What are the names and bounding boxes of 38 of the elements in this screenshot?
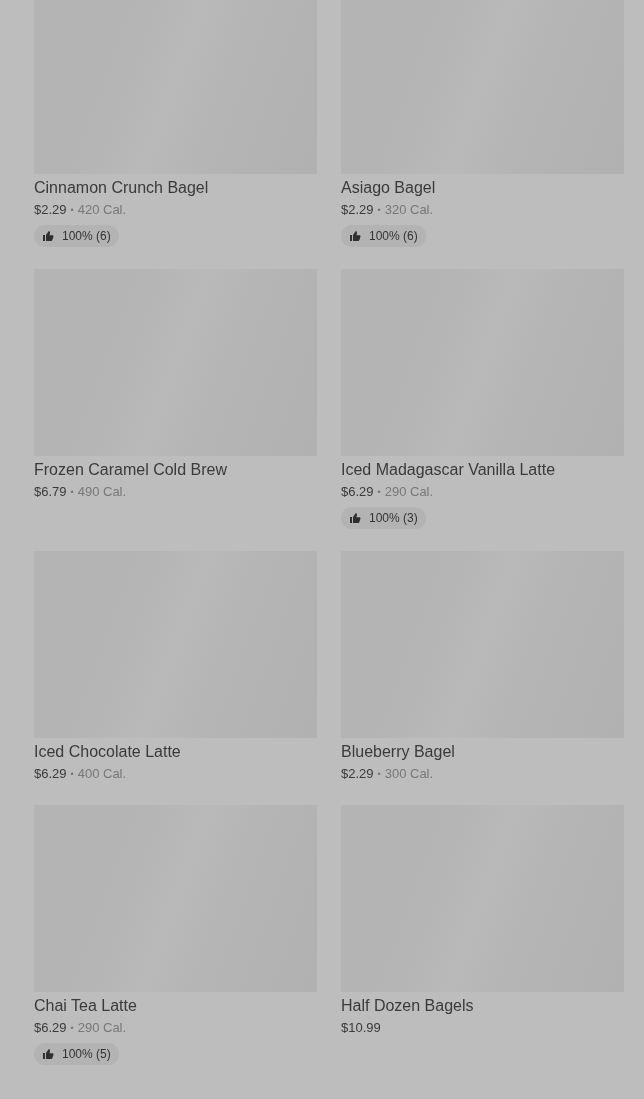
thumbs-up-icon xyxy=(349,230,361,242)
item-name: Iced Madagascar Vanilla Latte xyxy=(341,460,557,480)
item-price: $6.29 xyxy=(341,483,374,501)
item-price: $2.29 xyxy=(341,765,374,783)
item-calories: 320 Cal. xyxy=(384,201,434,219)
thumbs-up-icon xyxy=(42,1048,54,1060)
item-name: Half Dozen Bagels xyxy=(341,996,475,1016)
item-calories: 400 Cal. xyxy=(77,765,127,783)
separator-dot: • xyxy=(70,1022,74,1035)
item-name: Frozen Caramel Cold Brew xyxy=(34,460,228,480)
item-calories: 290 Cal. xyxy=(384,483,434,501)
item-name: Asiago Bagel xyxy=(341,178,437,198)
separator-dot: • xyxy=(70,204,74,217)
rating-text: 100% (3) xyxy=(369,510,418,527)
item-calories: 490 Cal. xyxy=(77,483,127,501)
item-price: $6.29 xyxy=(34,765,67,783)
item-name: Chai Tea Latte xyxy=(34,996,138,1016)
item-price: $2.29 xyxy=(34,201,67,219)
item-price: $2.29 xyxy=(341,201,374,219)
item-name: Blueberry Bagel xyxy=(341,742,456,762)
separator-dot: • xyxy=(377,768,381,781)
item-calories: 300 Cal. xyxy=(384,765,434,783)
rating-text: 100% (5) xyxy=(62,1046,111,1063)
item-price: $10.99 xyxy=(341,1019,381,1037)
rating-text: 100% (6) xyxy=(62,228,111,245)
item-price: $6.79 xyxy=(34,483,67,501)
item-price: $6.29 xyxy=(34,1019,67,1037)
separator-dot: • xyxy=(377,204,381,217)
item-name: Cinnamon Crunch Bagel xyxy=(34,178,210,198)
separator-dot: • xyxy=(70,486,74,499)
item-name: Iced Chocolate Latte xyxy=(34,742,182,762)
thumbs-up-icon xyxy=(349,512,361,524)
item-calories: 290 Cal. xyxy=(77,1019,127,1037)
separator-dot: • xyxy=(377,486,381,499)
separator-dot: • xyxy=(70,768,74,781)
rating-text: 100% (6) xyxy=(369,228,418,245)
item-calories: 420 Cal. xyxy=(77,201,127,219)
thumbs-up-icon xyxy=(42,230,54,242)
